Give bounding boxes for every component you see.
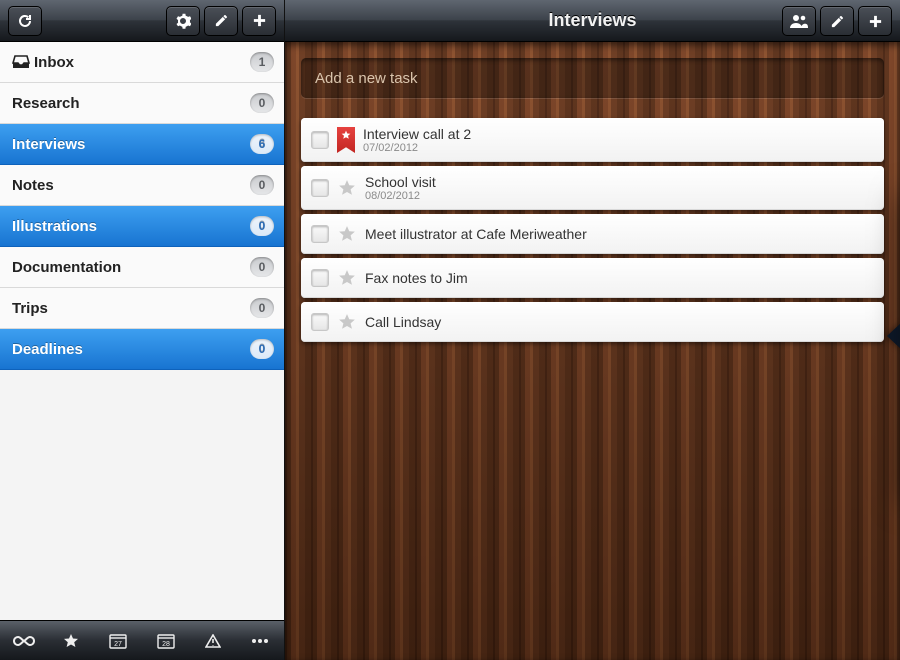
sidebar-toolbar bbox=[0, 0, 284, 42]
task-checkbox[interactable] bbox=[311, 313, 329, 331]
sidebar-item-count: 0 bbox=[250, 175, 274, 195]
infinity-button[interactable] bbox=[5, 626, 43, 656]
sidebar-item-label: Illustrations bbox=[10, 218, 250, 235]
task-title: Meet illustrator at Cafe Meriweather bbox=[365, 226, 587, 242]
refresh-button[interactable] bbox=[8, 6, 42, 36]
sidebar-item-count: 0 bbox=[250, 257, 274, 277]
task-checkbox[interactable] bbox=[311, 269, 329, 287]
infinity-icon bbox=[13, 635, 35, 647]
pencil-icon bbox=[830, 14, 845, 29]
sidebar: Inbox1Research0Interviews6Notes0Illustra… bbox=[0, 0, 285, 660]
tomorrow-button[interactable]: 28 bbox=[147, 626, 185, 656]
sidebar-item-label: Interviews bbox=[10, 136, 250, 153]
star-icon bbox=[341, 130, 351, 140]
star-icon bbox=[338, 269, 356, 287]
star-icon bbox=[338, 225, 356, 243]
plus-icon bbox=[252, 13, 267, 28]
task-title: Interview call at 2 bbox=[363, 126, 471, 142]
sidebar-item-label: Inbox bbox=[32, 54, 250, 71]
task-row[interactable]: Call Lindsay bbox=[301, 302, 884, 342]
ellipsis-icon bbox=[251, 638, 269, 644]
sidebar-item[interactable]: Interviews6 bbox=[0, 124, 284, 165]
task-checkbox[interactable] bbox=[311, 179, 329, 197]
calendar-28-icon: 28 bbox=[157, 633, 175, 649]
new-task-input[interactable] bbox=[315, 70, 870, 87]
settings-button[interactable] bbox=[166, 6, 200, 36]
gear-icon bbox=[175, 13, 191, 29]
sidebar-item[interactable]: Deadlines0 bbox=[0, 329, 284, 370]
sidebar-bottom-bar: 27 28 bbox=[0, 620, 284, 660]
star-icon bbox=[338, 313, 356, 331]
task-list: Interview call at 207/02/2012School visi… bbox=[301, 118, 884, 342]
add-task-button[interactable] bbox=[858, 6, 892, 36]
popover-arrow bbox=[887, 322, 900, 350]
sidebar-item-label: Documentation bbox=[10, 259, 250, 276]
sidebar-item-count: 6 bbox=[250, 134, 274, 154]
task-row[interactable]: Fax notes to Jim bbox=[301, 258, 884, 298]
sidebar-item[interactable]: Notes0 bbox=[0, 165, 284, 206]
task-title: School visit bbox=[365, 174, 436, 190]
sidebar-item-count: 1 bbox=[250, 52, 274, 72]
star-icon bbox=[63, 633, 79, 649]
task-row[interactable]: School visit08/02/2012 bbox=[301, 166, 884, 210]
refresh-icon bbox=[17, 13, 33, 29]
compose-button[interactable] bbox=[820, 6, 854, 36]
task-row[interactable]: Interview call at 207/02/2012 bbox=[301, 118, 884, 162]
svg-text:27: 27 bbox=[114, 641, 122, 648]
star-toggle[interactable] bbox=[337, 313, 357, 331]
sidebar-item-label: Research bbox=[10, 95, 250, 112]
sidebar-item-count: 0 bbox=[250, 339, 274, 359]
svg-text:28: 28 bbox=[162, 641, 170, 648]
sidebar-item[interactable]: Inbox1 bbox=[0, 42, 284, 83]
star-toggle[interactable] bbox=[337, 269, 357, 287]
task-board: Interview call at 207/02/2012School visi… bbox=[285, 42, 900, 660]
starred-ribbon[interactable] bbox=[337, 127, 355, 153]
new-task-field[interactable] bbox=[301, 58, 884, 98]
sidebar-item[interactable]: Research0 bbox=[0, 83, 284, 124]
sidebar-item-count: 0 bbox=[250, 298, 274, 318]
inbox-icon bbox=[12, 55, 30, 69]
star-icon bbox=[338, 179, 356, 197]
pencil-icon bbox=[214, 13, 229, 28]
task-date: 07/02/2012 bbox=[363, 142, 471, 154]
more-button[interactable] bbox=[241, 626, 279, 656]
sidebar-item-count: 0 bbox=[250, 216, 274, 236]
star-toggle[interactable] bbox=[337, 225, 357, 243]
sidebar-item-label: Trips bbox=[10, 300, 250, 317]
sidebar-item[interactable]: Trips0 bbox=[0, 288, 284, 329]
page-title: Interviews bbox=[548, 10, 636, 31]
sidebar-item[interactable]: Illustrations0 bbox=[0, 206, 284, 247]
starred-button[interactable] bbox=[52, 626, 90, 656]
task-checkbox[interactable] bbox=[311, 131, 329, 149]
add-list-button[interactable] bbox=[242, 6, 276, 36]
task-date: 08/02/2012 bbox=[365, 190, 436, 202]
edit-button[interactable] bbox=[204, 6, 238, 36]
plus-icon bbox=[868, 14, 883, 29]
main-toolbar: Interviews bbox=[285, 0, 900, 42]
overdue-button[interactable] bbox=[194, 626, 232, 656]
sidebar-item-count: 0 bbox=[250, 93, 274, 113]
share-button[interactable] bbox=[782, 6, 816, 36]
sidebar-lists: Inbox1Research0Interviews6Notes0Illustra… bbox=[0, 42, 284, 620]
warning-icon bbox=[205, 634, 221, 648]
sidebar-item-label: Notes bbox=[10, 177, 250, 194]
task-checkbox[interactable] bbox=[311, 225, 329, 243]
task-title: Call Lindsay bbox=[365, 314, 441, 330]
star-toggle[interactable] bbox=[337, 179, 357, 197]
calendar-27-icon: 27 bbox=[109, 633, 127, 649]
main-pane: Interviews Interview call at 207/02/2012… bbox=[285, 0, 900, 660]
today-button[interactable]: 27 bbox=[99, 626, 137, 656]
people-icon bbox=[790, 14, 808, 28]
task-row[interactable]: Meet illustrator at Cafe Meriweather bbox=[301, 214, 884, 254]
sidebar-item-label: Deadlines bbox=[10, 341, 250, 358]
task-title: Fax notes to Jim bbox=[365, 270, 468, 286]
sidebar-item[interactable]: Documentation0 bbox=[0, 247, 284, 288]
